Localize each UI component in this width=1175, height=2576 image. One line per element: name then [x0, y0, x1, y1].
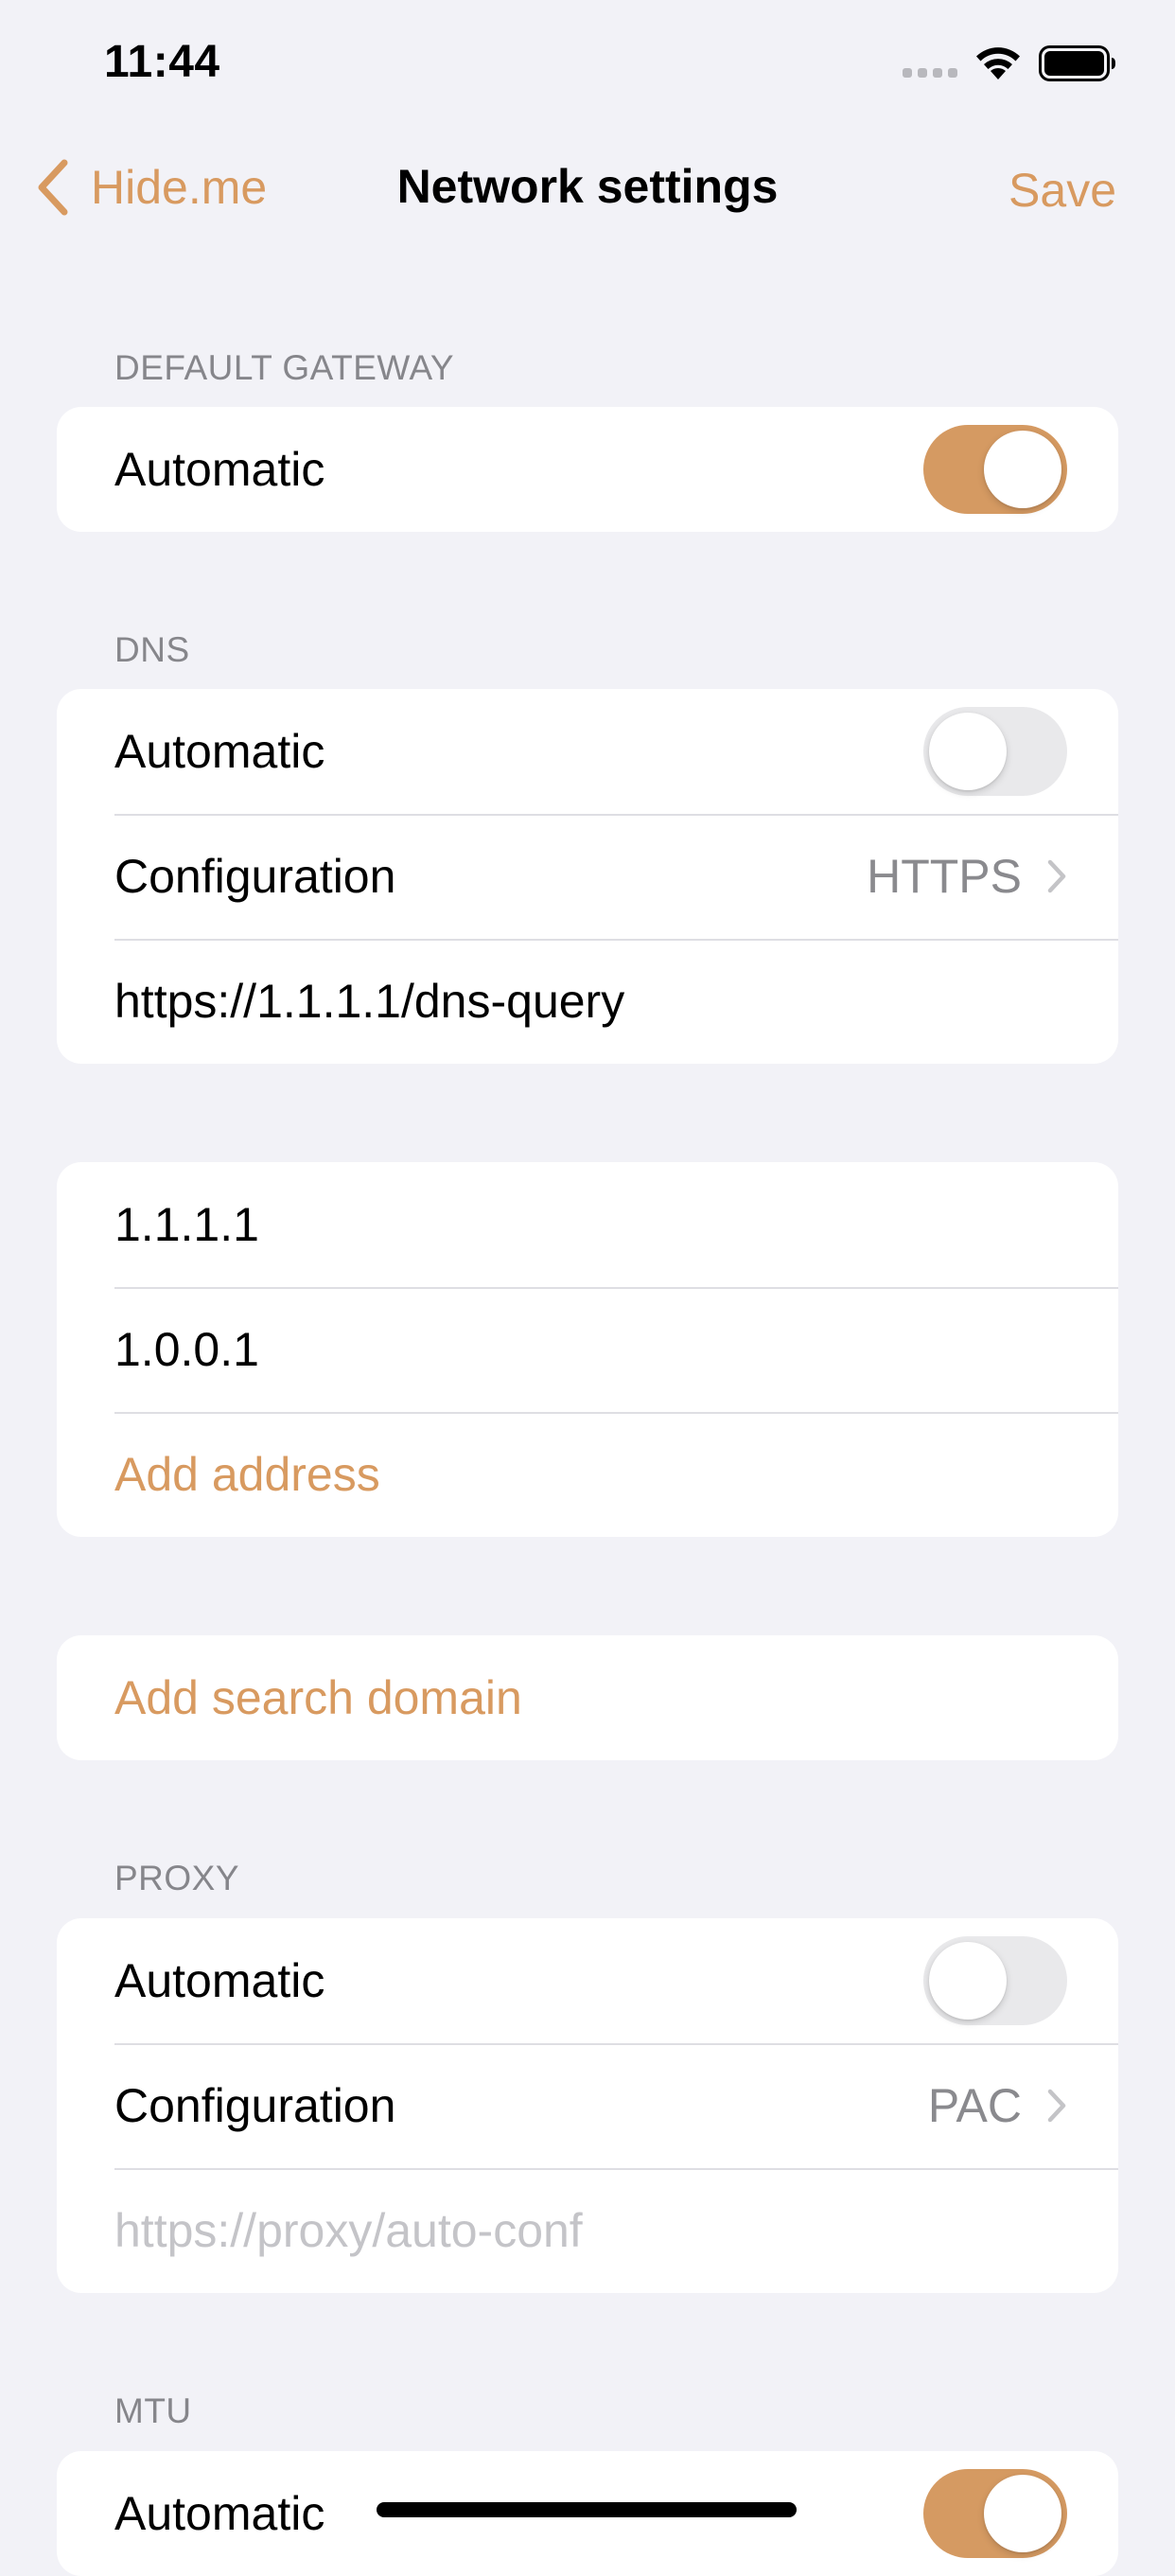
dns-address-row[interactable]: 1.1.1.1 — [57, 1162, 1118, 1287]
dns-configuration-label: Configuration — [114, 850, 396, 903]
section-header-dns: DNS — [114, 630, 190, 669]
add-search-domain-button[interactable]: Add search domain — [57, 1635, 1118, 1760]
battery-icon — [1039, 45, 1115, 81]
save-button[interactable]: Save — [1008, 163, 1116, 218]
default-gateway-automatic-toggle[interactable] — [923, 425, 1067, 514]
section-header-mtu: MTU — [114, 2391, 192, 2430]
status-bar: 11:44 — [0, 0, 1175, 132]
chevron-right-icon — [1047, 2089, 1066, 2123]
proxy-automatic-toggle[interactable] — [923, 1936, 1067, 2025]
add-address-label: Add address — [114, 1448, 380, 1501]
dns-url-value: https://1.1.1.1/dns-query — [114, 975, 625, 1028]
add-address-button[interactable]: Add address — [57, 1412, 1118, 1537]
cellular-signal-icon — [903, 68, 957, 78]
proxy-url-field[interactable]: https://proxy/auto-conf — [57, 2168, 1118, 2293]
dns-configuration-value: HTTPS — [867, 850, 1022, 903]
dns-url-field[interactable]: https://1.1.1.1/dns-query — [57, 939, 1118, 1064]
chevron-right-icon — [1047, 859, 1066, 893]
search-domain-group: Add search domain — [57, 1635, 1118, 1760]
section-header-default-gateway: DEFAULT GATEWAY — [114, 348, 455, 387]
status-time: 11:44 — [104, 37, 220, 87]
proxy-configuration-label: Configuration — [114, 2079, 396, 2132]
add-search-domain-label: Add search domain — [114, 1671, 522, 1724]
dns-automatic-toggle[interactable] — [923, 707, 1067, 796]
proxy-url-placeholder: https://proxy/auto-conf — [114, 2204, 583, 2257]
mtu-automatic-toggle[interactable] — [923, 2469, 1067, 2558]
dns-address-value: 1.1.1.1 — [114, 1198, 259, 1251]
dns-addresses-group: 1.1.1.1 1.0.0.1 Add address — [57, 1162, 1118, 1537]
proxy-configuration-value: PAC — [927, 2079, 1022, 2132]
home-indicator — [377, 2502, 797, 2517]
dns-address-row[interactable]: 1.0.0.1 — [57, 1287, 1118, 1412]
section-header-proxy: PROXY — [114, 1859, 240, 1897]
dns-address-value: 1.0.0.1 — [114, 1323, 259, 1376]
wifi-icon — [976, 47, 1020, 79]
default-gateway-group: Automatic — [57, 407, 1118, 532]
dns-configuration-row[interactable]: Configuration HTTPS — [57, 814, 1118, 939]
proxy-group: Automatic Configuration PAC https://prox… — [57, 1918, 1118, 2293]
dns-automatic-label: Automatic — [114, 725, 325, 778]
navigation-bar: Hide.me Network settings Save — [0, 142, 1175, 237]
default-gateway-automatic-row: Automatic — [57, 407, 1118, 532]
proxy-automatic-row: Automatic — [57, 1918, 1118, 2043]
dns-automatic-row: Automatic — [57, 689, 1118, 814]
proxy-automatic-label: Automatic — [114, 1954, 325, 2007]
dns-group: Automatic Configuration HTTPS https://1.… — [57, 689, 1118, 1064]
proxy-configuration-row[interactable]: Configuration PAC — [57, 2043, 1118, 2168]
page-title: Network settings — [396, 160, 779, 213]
default-gateway-automatic-label: Automatic — [114, 443, 325, 496]
